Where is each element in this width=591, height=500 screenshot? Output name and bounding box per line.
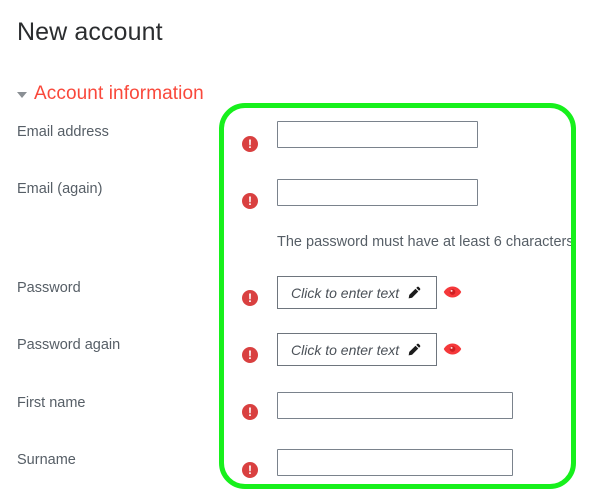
password-again-placeholder: Click to enter text <box>291 341 400 358</box>
label-email-address: Email address <box>17 124 109 140</box>
error-icon: ! <box>242 404 258 420</box>
error-icon: ! <box>242 193 258 209</box>
error-icon: ! <box>242 290 258 306</box>
pencil-icon[interactable] <box>407 343 421 357</box>
password-placeholder: Click to enter text <box>291 284 400 301</box>
label-first-name: First name <box>17 395 86 411</box>
input-email-again[interactable] <box>277 179 478 206</box>
eye-icon[interactable] <box>443 342 462 356</box>
input-password[interactable]: Click to enter text <box>277 276 437 309</box>
input-email-address[interactable] <box>277 121 478 148</box>
eye-icon[interactable] <box>443 285 462 299</box>
input-first-name[interactable] <box>277 392 513 419</box>
input-password-again[interactable]: Click to enter text <box>277 333 437 366</box>
password-hint: The password must have at least 6 charac… <box>277 234 574 250</box>
label-surname: Surname <box>17 452 76 468</box>
error-icon: ! <box>242 136 258 152</box>
account-information-form: Email address ! Email (again) ! The pass… <box>0 0 591 500</box>
label-password-again: Password again <box>17 337 121 353</box>
pencil-icon[interactable] <box>407 286 421 300</box>
label-email-again: Email (again) <box>17 181 103 197</box>
error-icon: ! <box>242 462 258 478</box>
label-password: Password <box>17 280 81 296</box>
input-surname[interactable] <box>277 449 513 476</box>
error-icon: ! <box>242 347 258 363</box>
